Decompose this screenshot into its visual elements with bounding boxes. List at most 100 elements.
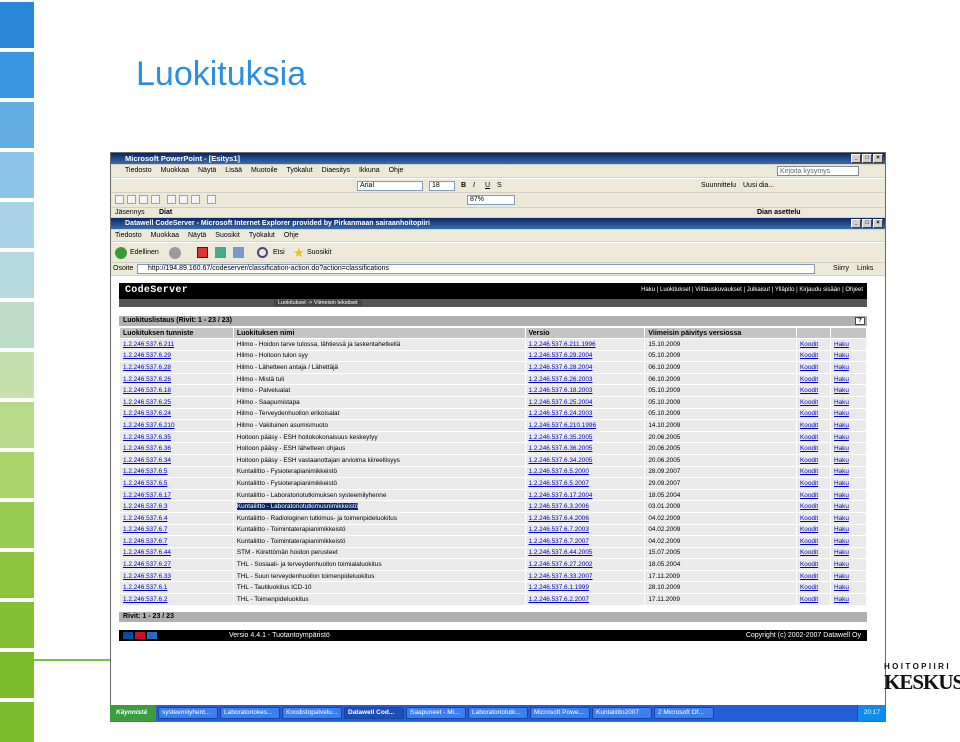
version-link[interactable]: 1.2.246.537.6.2.2007: [524, 593, 646, 606]
search-link[interactable]: Haku: [830, 546, 867, 560]
version-link-text[interactable]: 1.2.246.537.6.28.2004: [529, 364, 593, 371]
search-icon[interactable]: [257, 247, 268, 258]
classification-id-link[interactable]: 1.2.246.537.6.34: [119, 453, 234, 467]
taskbar-task[interactable]: systeemilyhent...: [158, 707, 218, 719]
home-icon[interactable]: [233, 247, 244, 258]
codes-link[interactable]: Koodit: [796, 430, 831, 444]
menu-item[interactable]: Näytä: [198, 165, 216, 177]
menu-item[interactable]: Työkalut: [249, 230, 275, 241]
version-link-text[interactable]: 1.2.246.537.6.36.2005: [529, 445, 593, 452]
version-link-text[interactable]: 1.2.246.537.6.5.2007: [529, 480, 589, 487]
classification-id-link-text[interactable]: 1.2.246.537.6.29: [123, 352, 171, 359]
classification-id-link[interactable]: 1.2.246.537.6.5: [119, 477, 234, 490]
version-link[interactable]: 1.2.246.537.6.28.2004: [524, 361, 646, 374]
search-link-text[interactable]: Haku: [834, 422, 849, 429]
classification-id-link[interactable]: 1.2.246.537.6.1: [119, 581, 234, 595]
classification-id-link[interactable]: 1.2.246.537.6.28: [119, 361, 234, 374]
classification-id-link-text[interactable]: 1.2.246.537.6.24: [123, 410, 171, 417]
search-link-text[interactable]: Haku: [834, 445, 849, 452]
cut-icon[interactable]: [167, 195, 176, 204]
codes-link[interactable]: Koodit: [796, 395, 831, 409]
classification-id-link[interactable]: 1.2.246.537.6.33: [119, 569, 234, 583]
search-link[interactable]: Haku: [830, 372, 867, 386]
menu-item[interactable]: Ohje: [389, 165, 404, 177]
classification-id-link-text[interactable]: 1.2.246.537.6.7: [123, 538, 167, 545]
classification-id-link[interactable]: 1.2.246.537.6.3: [119, 500, 234, 513]
classification-id-link-text[interactable]: 1.2.246.537.6.36: [123, 445, 171, 452]
classification-id-link-text[interactable]: 1.2.246.537.6.5: [123, 468, 167, 475]
version-link-text[interactable]: 1.2.246.537.6.33.2007: [529, 573, 593, 580]
codes-link[interactable]: Koodit: [796, 523, 831, 537]
breadcrumb-text[interactable]: Luokitukset -> Viimeisin tekstiset: [274, 300, 362, 306]
taskbar-task[interactable]: Saapuneet - Mi...: [406, 707, 466, 719]
flag-finland-icon[interactable]: [123, 632, 133, 639]
search-link[interactable]: Haku: [830, 593, 867, 606]
codes-link-text[interactable]: Koodit: [800, 399, 818, 406]
codes-link[interactable]: Koodit: [796, 442, 831, 455]
version-link-text[interactable]: 1.2.246.537.6.44.2005: [529, 549, 593, 556]
classification-id-link[interactable]: 1.2.246.537.6.29: [119, 349, 234, 363]
classification-id-link[interactable]: 1.2.246.537.6.35: [119, 430, 234, 444]
version-link[interactable]: 1.2.246.537.6.27.2002: [524, 558, 646, 571]
version-link[interactable]: 1.2.246.537.6.7.2007: [524, 535, 646, 548]
codes-link-text[interactable]: Koodit: [800, 422, 818, 429]
search-link[interactable]: Haku: [830, 477, 867, 490]
zoom-select[interactable]: 87%: [467, 195, 515, 205]
classification-id-link[interactable]: 1.2.246.537.6.25: [119, 395, 234, 409]
codes-link[interactable]: Koodit: [796, 500, 831, 513]
codes-link-text[interactable]: Koodit: [800, 584, 818, 591]
classification-id-link-text[interactable]: 1.2.246.537.6.17: [123, 492, 171, 499]
version-link[interactable]: 1.2.246.537.6.44.2005: [524, 546, 646, 560]
search-link-text[interactable]: Haku: [834, 364, 849, 371]
version-link[interactable]: 1.2.246.537.6.25.2004: [524, 395, 646, 409]
codes-link-text[interactable]: Koodit: [800, 503, 818, 510]
maximize-icon[interactable]: □: [862, 219, 872, 228]
classification-id-link-text[interactable]: 1.2.246.537.6.33: [123, 573, 171, 580]
search-link-text[interactable]: Haku: [834, 480, 849, 487]
back-icon[interactable]: [115, 247, 127, 259]
taskbar-task[interactable]: Koodistopalvelu...: [282, 707, 342, 719]
classification-id-link[interactable]: 1.2.246.537.6.211: [119, 338, 234, 351]
search-link-text[interactable]: Haku: [834, 515, 849, 522]
codes-link[interactable]: Koodit: [796, 535, 831, 548]
classification-id-link[interactable]: 1.2.246.537.6.26: [119, 372, 234, 386]
links-button[interactable]: Links: [857, 264, 873, 274]
codes-link[interactable]: Koodit: [796, 581, 831, 595]
version-link[interactable]: 1.2.246.537.6.36.2005: [524, 442, 646, 455]
codes-link-text[interactable]: Koodit: [800, 573, 818, 580]
version-link[interactable]: 1.2.246.537.6.17.2004: [524, 488, 646, 502]
search-link-text[interactable]: Haku: [834, 468, 849, 475]
menu-item[interactable]: Muotoile: [251, 165, 277, 177]
shadow-button[interactable]: S: [497, 181, 502, 191]
new-icon[interactable]: [115, 195, 124, 204]
codes-link-text[interactable]: Koodit: [800, 341, 818, 348]
search-link[interactable]: Haku: [830, 430, 867, 444]
search-link[interactable]: Haku: [830, 523, 867, 537]
classification-id-link[interactable]: 1.2.246.537.6.4: [119, 511, 234, 525]
classification-id-link-text[interactable]: 1.2.246.537.6.211: [123, 341, 174, 348]
codes-link[interactable]: Koodit: [796, 419, 831, 432]
codes-link[interactable]: Koodit: [796, 407, 831, 421]
codes-link-text[interactable]: Koodit: [800, 549, 818, 556]
codes-link[interactable]: Koodit: [796, 465, 831, 479]
codes-link-text[interactable]: Koodit: [800, 410, 818, 417]
search-link[interactable]: Haku: [830, 488, 867, 502]
search-link-text[interactable]: Haku: [834, 549, 849, 556]
paste-icon[interactable]: [191, 195, 200, 204]
classification-id-link[interactable]: 1.2.246.537.6.27: [119, 558, 234, 571]
codes-link-text[interactable]: Koodit: [800, 480, 818, 487]
taskbar-task[interactable]: 2 Microsoft Of...: [654, 707, 714, 719]
codes-link-text[interactable]: Koodit: [800, 434, 818, 441]
menu-item[interactable]: Näytä: [188, 230, 206, 241]
help-icon[interactable]: ?: [855, 317, 865, 325]
taskbar-task[interactable]: Laboratoriotutk...: [468, 707, 528, 719]
codes-link[interactable]: Koodit: [796, 361, 831, 374]
classification-id-link-text[interactable]: 1.2.246.537.6.4: [123, 515, 167, 522]
search-link[interactable]: Haku: [830, 407, 867, 421]
search-link-text[interactable]: Haku: [834, 341, 849, 348]
forward-icon[interactable]: [169, 247, 181, 259]
codes-link-text[interactable]: Koodit: [800, 526, 818, 533]
search-link[interactable]: Haku: [830, 442, 867, 455]
italic-button[interactable]: I: [473, 181, 475, 191]
menu-item[interactable]: Työkalut: [287, 165, 313, 177]
